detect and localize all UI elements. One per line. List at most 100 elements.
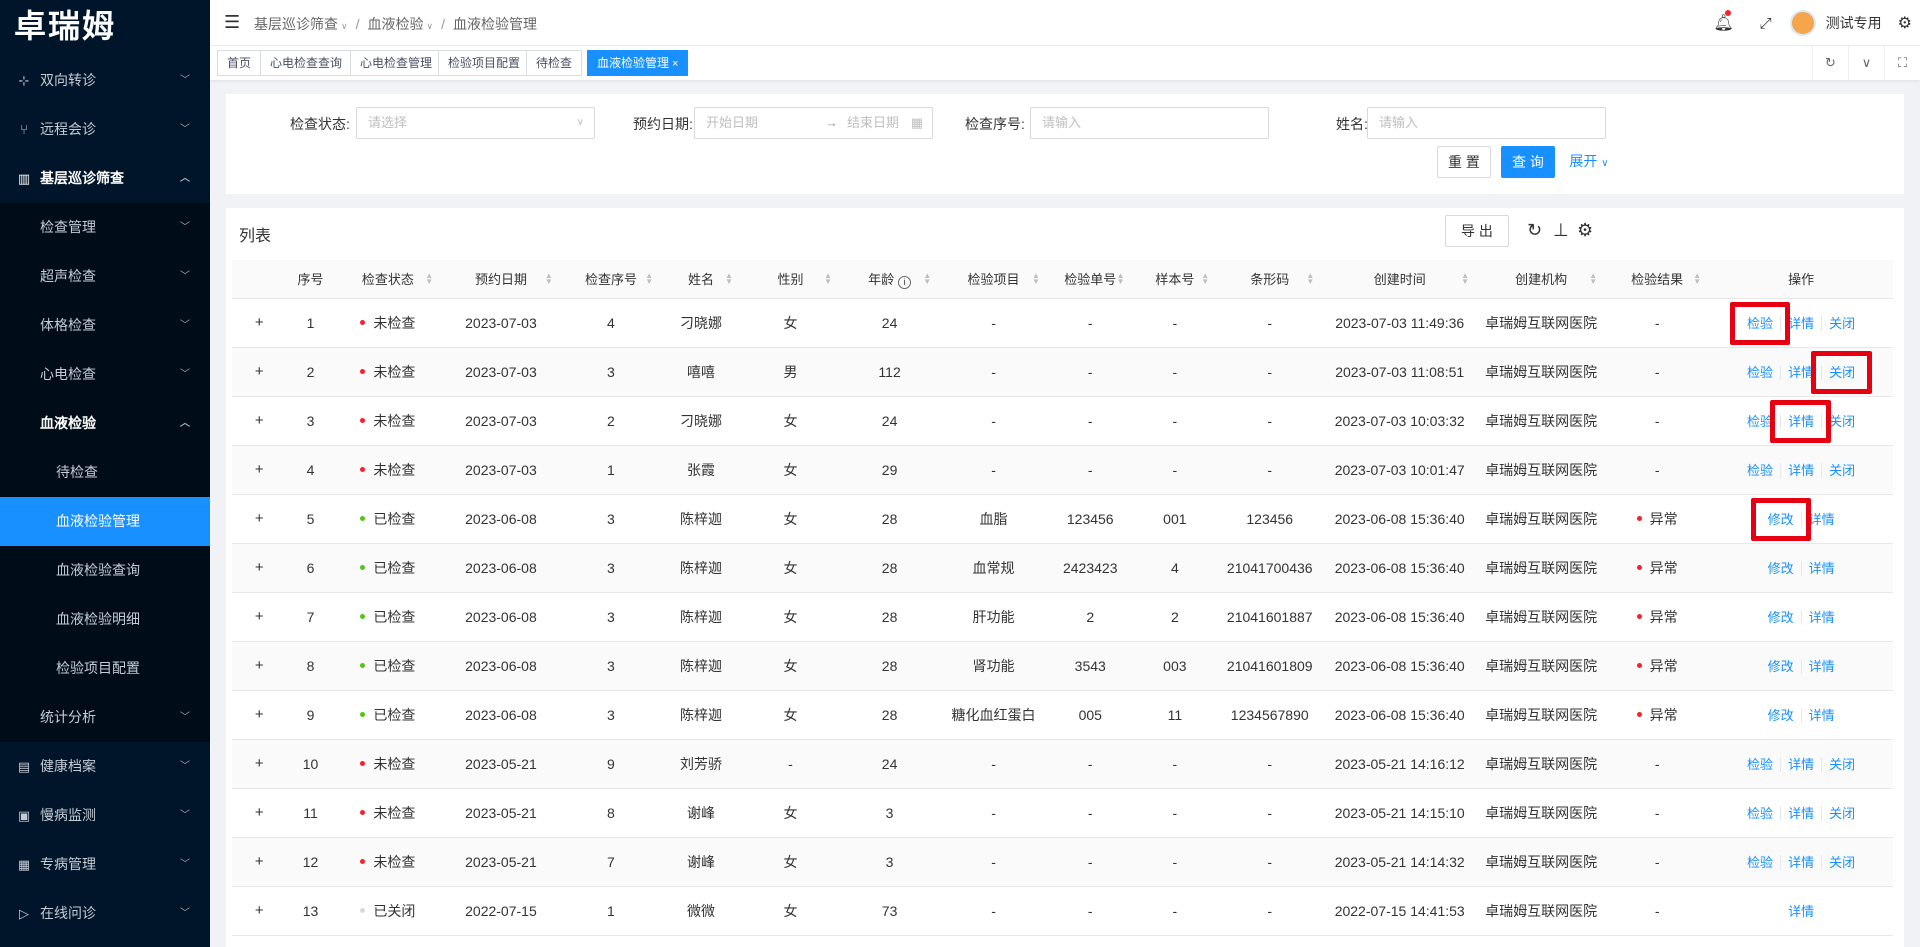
tab-ecg-manage[interactable]: 心电检查管理 [350, 50, 443, 76]
sort-icon[interactable]: ▲ ▼ [425, 272, 433, 286]
expand-row-icon[interactable]: + [255, 461, 264, 478]
expand-row-icon[interactable]: + [255, 804, 264, 821]
sort-icon[interactable]: ▲ ▼ [1032, 272, 1040, 286]
expand-row-icon[interactable]: + [255, 657, 264, 674]
column-header[interactable]: 样本号 ▲ ▼ [1132, 260, 1218, 299]
menu-item-exam-manage[interactable]: 检查管理 ﹀ [0, 203, 210, 252]
detail-link[interactable]: 详情 [1800, 561, 1842, 576]
user-name[interactable]: 测试专用 [1826, 13, 1882, 33]
column-header[interactable]: 检查序号 ▲ ▼ [560, 260, 662, 299]
detail-link[interactable]: 详情 [1800, 512, 1842, 527]
expand-row-icon[interactable]: + [255, 412, 264, 429]
inspect-link[interactable]: 检验 [1740, 463, 1780, 478]
sort-icon[interactable]: ▲ ▼ [824, 272, 832, 286]
sort-icon[interactable]: ▲ ▼ [725, 272, 733, 286]
inspect-link[interactable]: 检验 [1740, 855, 1780, 870]
column-header[interactable]: 检查状态 ▲ ▼ [334, 260, 442, 299]
edit-link[interactable]: 修改 [1761, 512, 1801, 527]
export-button[interactable]: 导 出 [1445, 215, 1509, 247]
detail-link[interactable]: 详情 [1781, 904, 1821, 919]
close-link[interactable]: 关闭 [1821, 463, 1863, 478]
menu-item-health-record[interactable]: ▤ 健康档案 ﹀ [0, 742, 210, 791]
expand-row-icon[interactable]: + [255, 608, 264, 625]
close-link[interactable]: 关闭 [1821, 757, 1863, 772]
inspect-link[interactable]: 检验 [1740, 414, 1780, 429]
column-header[interactable]: 创建机构 ▲ ▼ [1477, 260, 1606, 299]
detail-link[interactable]: 详情 [1780, 414, 1822, 429]
inspect-link[interactable]: 检验 [1740, 316, 1780, 331]
expand-row-icon[interactable]: + [255, 559, 264, 576]
menu-item-ultrasound[interactable]: 超声检查 ﹀ [0, 252, 210, 301]
expand-button[interactable]: 展开 ∨ [1564, 146, 1614, 178]
menu-item-blood-manage[interactable]: 血液检验管理 [0, 497, 210, 546]
menu-item-disease[interactable]: ▦ 专病管理 ﹀ [0, 840, 210, 889]
column-header[interactable]: 序号 [286, 260, 335, 299]
column-header[interactable]: 条形码 ▲ ▼ [1217, 260, 1323, 299]
detail-link[interactable]: 详情 [1800, 659, 1842, 674]
expand-row-icon[interactable]: + [255, 314, 264, 331]
menu-item-consult[interactable]: ⑂ 远程会诊 ﹀ [0, 105, 210, 154]
expand-row-icon[interactable]: + [255, 902, 264, 919]
menu-item-blood-detail[interactable]: 血液检验明细 [0, 595, 210, 644]
status-select[interactable]: 请选择 ∨ [356, 107, 595, 139]
menu-item-blood-query[interactable]: 血液检验查询 [0, 546, 210, 595]
inspect-link[interactable]: 检验 [1740, 757, 1780, 772]
expand-row-icon[interactable]: + [255, 755, 264, 772]
detail-link[interactable]: 详情 [1780, 757, 1822, 772]
edit-link[interactable]: 修改 [1761, 659, 1801, 674]
info-icon[interactable]: i [898, 275, 912, 289]
seq-input[interactable]: 请输入 [1030, 107, 1269, 139]
breadcrumb-item[interactable]: 基层巡诊筛查 [254, 16, 338, 32]
edit-link[interactable]: 修改 [1761, 708, 1801, 723]
setting-icon[interactable]: ⚙ [1577, 220, 1593, 241]
column-header[interactable]: 检验项目 ▲ ▼ [939, 260, 1048, 299]
gear-icon[interactable]: ⚙ [1898, 13, 1912, 33]
tab-home[interactable]: 首页 [217, 50, 262, 76]
detail-link[interactable]: 详情 [1780, 806, 1822, 821]
chevron-down-icon[interactable]: ∨ [1848, 46, 1884, 80]
menu-item-stats[interactable]: 统计分析 ﹀ [0, 693, 210, 742]
column-header[interactable]: 检验结果 ▲ ▼ [1605, 260, 1710, 299]
close-icon[interactable]: × [672, 58, 678, 70]
menu-item-pending[interactable]: 待检查 [0, 448, 210, 497]
date-range-picker[interactable]: 开始日期 → 结束日期 ▦ [694, 107, 933, 139]
query-button[interactable]: 查 询 [1501, 146, 1555, 178]
column-header[interactable]: 性别 ▲ ▼ [740, 260, 841, 299]
sort-icon[interactable]: ▲ ▼ [545, 272, 553, 286]
expand-row-icon[interactable]: + [255, 706, 264, 723]
sort-icon[interactable]: ▲ ▼ [1461, 272, 1469, 286]
tab-ecg-query[interactable]: 心电检查查询 [260, 50, 353, 76]
menu-item-referral[interactable]: ⊹ 双向转诊 ﹀ [0, 56, 210, 105]
column-header[interactable]: 年龄 i ▲ ▼ [840, 260, 940, 299]
sort-icon[interactable]: ▲ ▼ [1306, 272, 1314, 286]
menu-fold-icon[interactable]: ☰ [224, 12, 240, 33]
close-link[interactable]: 关闭 [1821, 414, 1863, 429]
avatar[interactable] [1789, 10, 1816, 36]
expand-row-icon[interactable]: + [255, 510, 264, 527]
sort-icon[interactable]: ▲ ▼ [1201, 272, 1209, 286]
bell-icon[interactable]: 🔔︎ [1713, 10, 1734, 33]
edit-link[interactable]: 修改 [1761, 561, 1801, 576]
inspect-link[interactable]: 检验 [1740, 365, 1780, 380]
menu-item-online[interactable]: ▷ 在线问诊 ﹀ [0, 889, 210, 938]
sort-icon[interactable]: ▲ ▼ [923, 272, 931, 286]
expand-row-icon[interactable]: + [255, 363, 264, 380]
fullscreen-icon[interactable]: ⤢ [1760, 15, 1772, 32]
tab-pending[interactable]: 待检查 [526, 50, 583, 76]
column-header[interactable]: 操作 [1709, 260, 1893, 299]
column-header[interactable]: 创建时间 ▲ ▼ [1322, 260, 1478, 299]
column-header[interactable]: 预约日期 ▲ ▼ [441, 260, 561, 299]
sort-icon[interactable]: ▲ ▼ [1589, 272, 1597, 286]
close-link[interactable]: 关闭 [1821, 316, 1863, 331]
maximize-icon[interactable]: ⛶ [1884, 46, 1920, 80]
detail-link[interactable]: 详情 [1780, 316, 1822, 331]
sort-icon[interactable]: ▲ ▼ [1693, 272, 1701, 286]
column-header[interactable]: 检验单号 ▲ ▼ [1047, 260, 1133, 299]
detail-link[interactable]: 详情 [1800, 610, 1842, 625]
column-height-icon[interactable]: ⊥ [1553, 220, 1569, 241]
name-input[interactable]: 请输入 [1367, 107, 1606, 139]
detail-link[interactable]: 详情 [1780, 855, 1822, 870]
refresh-icon[interactable]: ↻ [1527, 220, 1542, 241]
detail-link[interactable]: 详情 [1780, 463, 1822, 478]
edit-link[interactable]: 修改 [1761, 610, 1801, 625]
